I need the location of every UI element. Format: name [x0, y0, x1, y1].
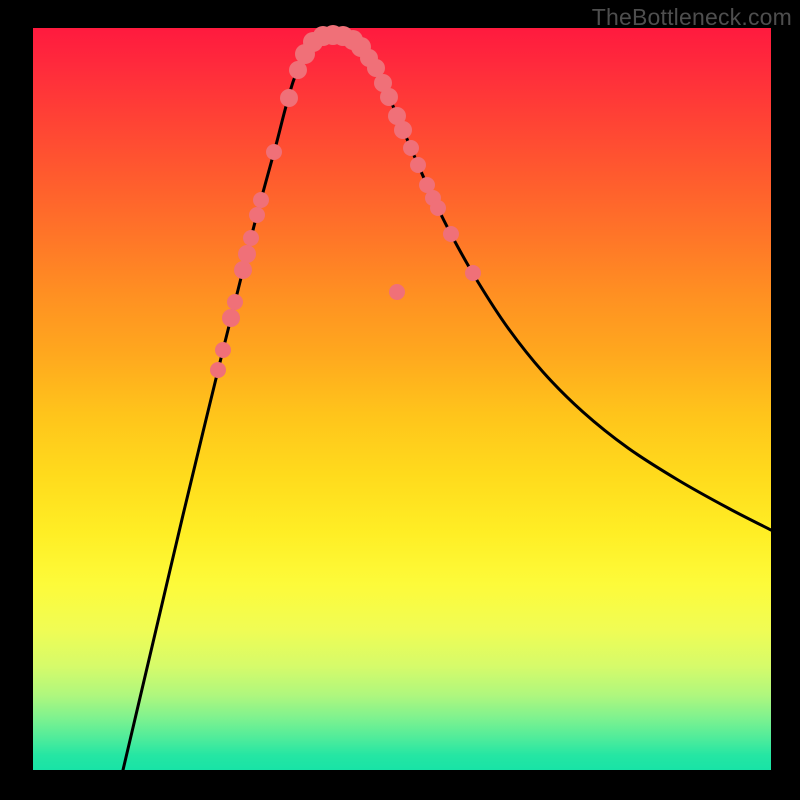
curve-marker	[215, 342, 231, 358]
curve-marker	[410, 157, 426, 173]
curve-marker	[389, 284, 405, 300]
curve-marker	[394, 121, 412, 139]
watermark-text: TheBottleneck.com	[592, 4, 792, 31]
curve-marker	[430, 200, 446, 216]
curve-markers	[210, 25, 481, 378]
curve-marker	[238, 245, 256, 263]
chart-frame: TheBottleneck.com	[0, 0, 800, 800]
curve-marker	[253, 192, 269, 208]
curve-marker	[280, 89, 298, 107]
curve-marker	[465, 265, 481, 281]
curve-marker	[210, 362, 226, 378]
curve-marker	[227, 294, 243, 310]
bottleneck-curve	[123, 35, 771, 770]
curve-marker	[222, 309, 240, 327]
curve-marker	[249, 207, 265, 223]
curve-svg	[33, 28, 771, 770]
curve-marker	[403, 140, 419, 156]
curve-marker	[234, 261, 252, 279]
curve-marker	[243, 230, 259, 246]
plot-area	[33, 28, 771, 770]
curve-marker	[443, 226, 459, 242]
curve-marker	[266, 144, 282, 160]
curve-marker	[380, 88, 398, 106]
